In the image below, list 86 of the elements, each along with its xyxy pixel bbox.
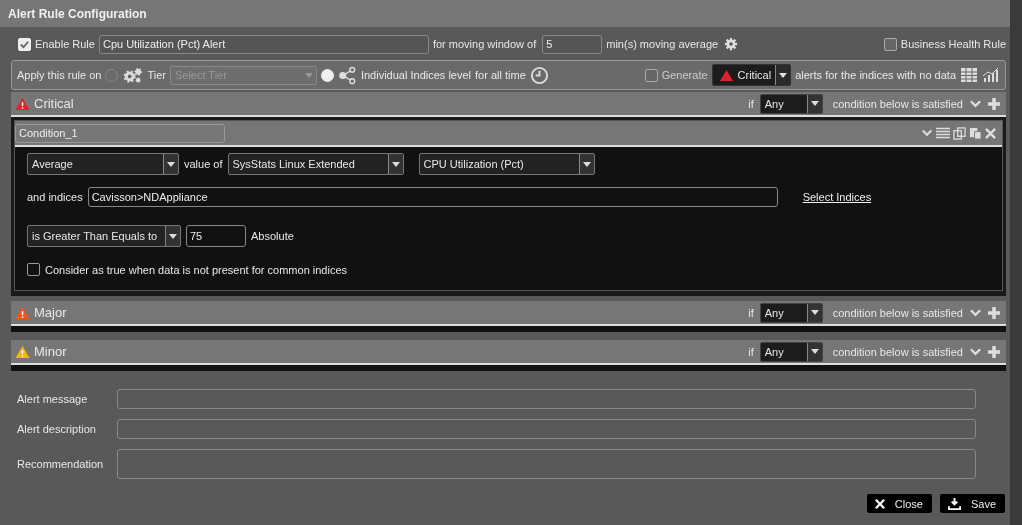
severity-header[interactable]: Major if Any condition below is satisfied: [11, 301, 1006, 326]
condition-name-field[interactable]: Condition_1: [15, 123, 225, 143]
save-button[interactable]: Save: [939, 494, 1005, 513]
clock-icon[interactable]: [529, 65, 549, 85]
warning-icon: [15, 344, 30, 359]
condition-label: condition below is satisfied: [832, 345, 963, 358]
table-icon[interactable]: [960, 67, 978, 83]
aggregate-select[interactable]: Average: [27, 153, 179, 175]
caret-icon: [391, 161, 400, 167]
list-icon[interactable]: [936, 127, 950, 139]
enable-checkbox[interactable]: [18, 37, 31, 51]
gears-icon: [122, 66, 144, 84]
indices-field[interactable]: Cavisson>NDAppliance: [87, 187, 778, 207]
close-button[interactable]: Close: [866, 494, 932, 513]
enable-label: Enable Rule: [35, 38, 95, 50]
select-indices-link[interactable]: Select Indices: [802, 191, 872, 203]
caret-icon: [810, 101, 819, 106]
close-icon: [874, 498, 885, 509]
warning-icon: [718, 68, 734, 82]
indices-label: and indices: [27, 191, 83, 203]
if-label: if: [748, 345, 754, 358]
if-label: if: [748, 97, 754, 110]
download-icon: [947, 497, 961, 510]
group-select[interactable]: SysStats Linux Extended: [227, 153, 404, 175]
severity-title: Minor: [34, 344, 67, 359]
time-label: for all time: [475, 69, 526, 81]
window-title: Alert Rule Configuration: [8, 6, 147, 21]
apply-label: Apply this rule on: [17, 69, 102, 81]
business-checkbox[interactable]: [883, 37, 897, 51]
window-label: for moving window of: [432, 38, 537, 50]
caret-icon: [810, 349, 819, 354]
condition-label: condition below is satisfied: [832, 306, 963, 319]
caret-icon: [169, 233, 177, 239]
field-label: Alert message: [17, 393, 89, 405]
window-field[interactable]: 5: [542, 34, 603, 54]
window-unit: min(s) moving average: [606, 38, 719, 50]
paste-icon[interactable]: [969, 126, 982, 140]
condition-label: condition below is satisfied: [832, 97, 963, 110]
option-label: Tier: [147, 69, 166, 81]
chevron-down-icon[interactable]: [969, 307, 982, 318]
chevron-down-icon[interactable]: [969, 98, 982, 109]
if-label: if: [748, 306, 754, 319]
caret-icon[interactable]: [304, 72, 313, 78]
severity-select[interactable]: Critical: [711, 64, 792, 86]
severity-title: Critical: [34, 96, 74, 111]
caret-icon: [167, 161, 175, 167]
recommendation-field[interactable]: [117, 449, 976, 479]
add-icon[interactable]: [988, 345, 1000, 358]
consider-label: Consider as true when data is not present for common indices: [45, 263, 348, 276]
metric-select[interactable]: CPU Utilization (Pct): [418, 153, 595, 175]
severity-header[interactable]: Critical if Any condition below is satisfied: [11, 92, 1006, 117]
severity-header[interactable]: Minor if Any condition below is satisfied: [11, 340, 1006, 365]
business-label: Business Health Rule: [900, 38, 1006, 50]
threshold-field[interactable]: 75: [186, 225, 246, 247]
no-data-label: alerts for the indices with no data: [795, 69, 956, 81]
chevron-down-icon[interactable]: [921, 128, 933, 138]
chart-icon[interactable]: [982, 67, 1000, 83]
text-field[interactable]: [117, 389, 976, 409]
option-label: Individual Indices level: [360, 69, 471, 81]
radio-button[interactable]: [105, 68, 119, 82]
generate-label: Generate: [661, 69, 708, 81]
generate-checkbox[interactable]: [644, 68, 658, 82]
value-of-label: value of: [184, 158, 223, 170]
copy-icon[interactable]: [953, 126, 966, 140]
add-icon[interactable]: [988, 306, 1000, 319]
share-icon: [337, 65, 357, 85]
chevron-down-icon[interactable]: [969, 346, 982, 357]
settings-icon[interactable]: [724, 37, 739, 51]
caret-icon: [779, 72, 788, 78]
operator-select[interactable]: is Greater Than Equals to: [27, 225, 181, 247]
field-label: Recommendation: [17, 458, 105, 470]
add-icon[interactable]: [988, 97, 1000, 110]
severity-title: Major: [34, 305, 67, 320]
match-select[interactable]: Any: [759, 302, 823, 323]
warning-icon: [15, 305, 30, 320]
warning-icon: [15, 96, 30, 111]
caret-icon: [810, 310, 819, 315]
match-select[interactable]: Any: [759, 341, 823, 362]
close-icon[interactable]: [985, 127, 996, 139]
text-field[interactable]: [117, 419, 976, 439]
consider-checkbox[interactable]: [27, 263, 40, 276]
rule-name-field[interactable]: Cpu Utilization (Pct) Alert: [98, 34, 429, 54]
threshold-type: Absolute: [251, 230, 294, 242]
match-select[interactable]: Any: [759, 93, 823, 114]
caret-icon: [582, 161, 591, 167]
field-label: Alert description: [17, 423, 97, 435]
